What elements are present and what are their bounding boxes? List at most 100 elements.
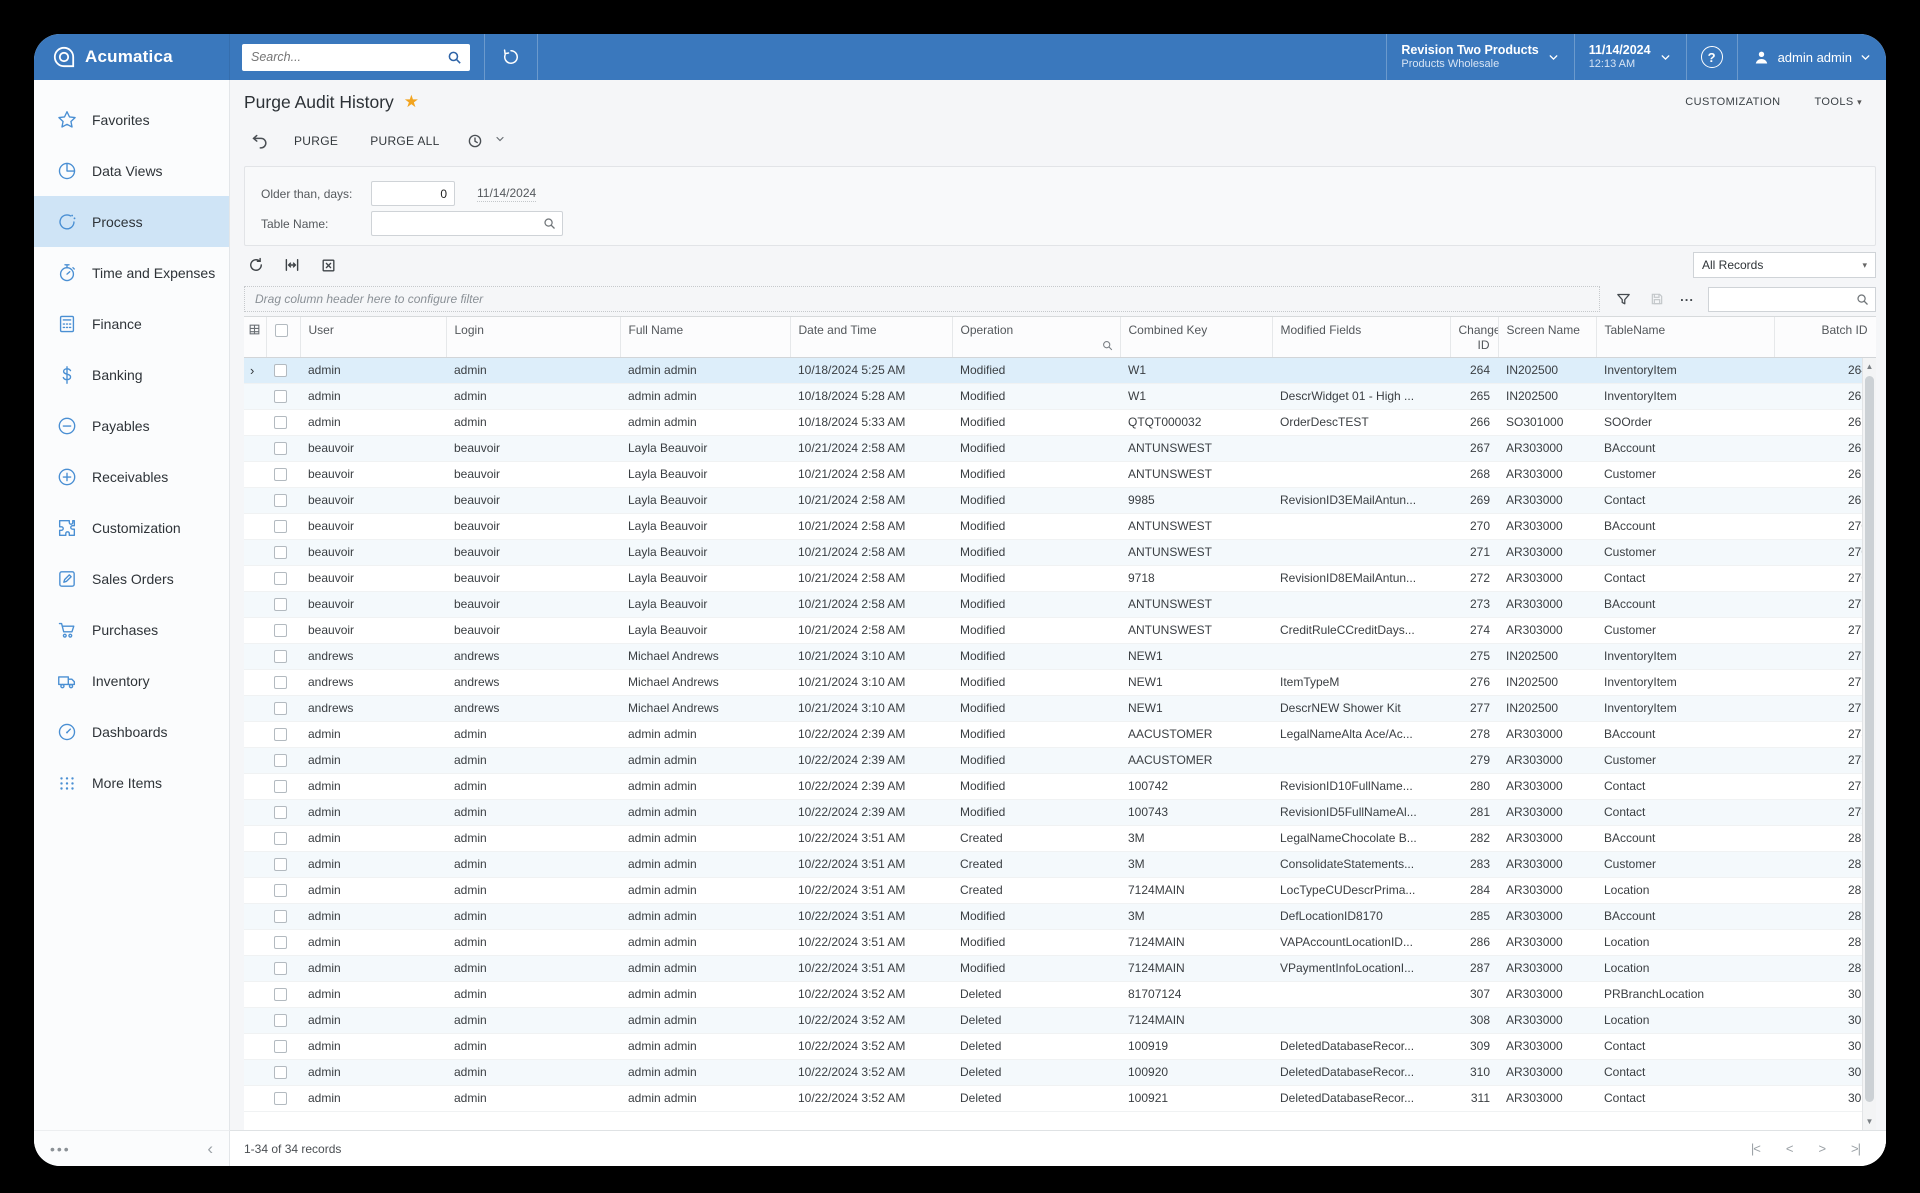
row-checkbox[interactable] [274,520,287,533]
table-row[interactable]: adminadminadmin admin10/22/2024 3:51 AMC… [244,825,1876,851]
table-row[interactable]: beauvoirbeauvoirLayla Beauvoir10/21/2024… [244,513,1876,539]
row-checkbox[interactable] [274,936,287,949]
table-row[interactable]: adminadminadmin admin10/22/2024 3:52 AMD… [244,1085,1876,1111]
row-checkbox[interactable] [274,1040,287,1053]
table-row[interactable]: andrewsandrewsMichael Andrews10/21/2024 … [244,643,1876,669]
row-checkbox[interactable] [274,390,287,403]
table-row[interactable]: adminadminadmin admin10/22/2024 2:39 AMM… [244,773,1876,799]
row-checkbox[interactable] [274,650,287,663]
column-header-screen-name[interactable]: Screen Name [1498,317,1596,357]
acumatica-logo[interactable]: Acumatica [34,34,230,80]
row-checkbox[interactable] [274,702,287,715]
sidebar-item-finance[interactable]: Finance [34,298,229,349]
table-row[interactable]: beauvoirbeauvoirLayla Beauvoir10/21/2024… [244,487,1876,513]
vertical-scrollbar[interactable]: ▲ ▼ [1862,358,1876,1130]
records-filter-dropdown[interactable]: All Records ▾ [1693,252,1876,278]
company-selector[interactable]: Revision Two Products Products Wholesale [1386,34,1573,80]
first-page-icon[interactable]: |< [1751,1141,1760,1156]
sidebar-item-more-items[interactable]: More Items [34,757,229,808]
table-row[interactable]: adminadminadmin admin10/22/2024 3:51 AMM… [244,929,1876,955]
row-checkbox[interactable] [274,962,287,975]
table-row[interactable]: andrewsandrewsMichael Andrews10/21/2024 … [244,669,1876,695]
row-checkbox[interactable] [274,728,287,741]
row-settings-column-header[interactable] [244,317,266,357]
sidebar-item-time-and-expenses[interactable]: Time and Expenses [34,247,229,298]
filter-funnel-icon[interactable] [1614,288,1633,310]
row-checkbox[interactable] [274,468,287,481]
global-search-input[interactable] [242,44,470,71]
row-checkbox[interactable] [274,364,287,377]
row-checkbox[interactable] [274,754,287,767]
table-row[interactable]: adminadminadmin admin10/18/2024 5:33 AMM… [244,409,1876,435]
scrollbar-thumb[interactable] [1865,376,1874,1102]
table-row[interactable]: adminadminadmin admin10/22/2024 3:51 AMC… [244,877,1876,903]
grid-search-input[interactable] [1708,287,1876,312]
row-checkbox[interactable] [274,416,287,429]
select-all-column-header[interactable] [266,317,300,357]
prev-page-icon[interactable]: < [1786,1141,1793,1156]
tools-menu[interactable]: TOOLS ▾ [1815,96,1862,108]
next-page-icon[interactable]: > [1818,1141,1825,1156]
column-header-combined-key[interactable]: Combined Key [1120,317,1272,357]
drag-column-zone[interactable]: Drag column header here to configure fil… [244,286,1600,312]
table-row[interactable]: adminadminadmin admin10/22/2024 3:51 AMC… [244,851,1876,877]
column-header-modified-fields[interactable]: Modified Fields [1272,317,1450,357]
schedule-icon[interactable] [460,128,490,154]
table-row[interactable]: beauvoirbeauvoirLayla Beauvoir10/21/2024… [244,539,1876,565]
row-checkbox[interactable] [274,624,287,637]
row-checkbox[interactable] [274,442,287,455]
column-header-batch-id[interactable]: Batch ID [1774,317,1876,357]
collapse-sidebar-icon[interactable]: ‹ [207,1139,213,1159]
table-row[interactable]: beauvoirbeauvoirLayla Beauvoir10/21/2024… [244,591,1876,617]
sidebar-item-favorites[interactable]: Favorites [34,94,229,145]
user-menu[interactable]: admin admin [1737,34,1886,80]
refresh-icon[interactable] [244,253,268,277]
column-header-date-and-time[interactable]: Date and Time [790,317,952,357]
row-checkbox[interactable] [274,910,287,923]
more-options-icon[interactable]: ••• [50,1141,71,1157]
column-header-login[interactable]: Login [446,317,620,357]
row-checkbox[interactable] [274,884,287,897]
table-row[interactable]: adminadminadmin admin10/22/2024 3:52 AMD… [244,1033,1876,1059]
row-checkbox[interactable] [274,546,287,559]
scroll-up-icon[interactable]: ▲ [1863,362,1876,371]
row-checkbox[interactable] [274,988,287,1001]
customization-menu[interactable]: CUSTOMIZATION [1685,96,1780,108]
column-header-tablename[interactable]: TableName [1596,317,1774,357]
row-checkbox[interactable] [274,494,287,507]
row-checkbox[interactable] [274,1092,287,1105]
table-row[interactable]: beauvoirbeauvoirLayla Beauvoir10/21/2024… [244,617,1876,643]
export-excel-icon[interactable] [316,253,340,277]
sidebar-item-customization[interactable]: Customization [34,502,229,553]
date-selector[interactable]: 11/14/2024 12:13 AM [1574,34,1686,80]
sidebar-item-sales-orders[interactable]: Sales Orders [34,553,229,604]
grid-more-icon[interactable]: ... [1680,289,1694,310]
table-row[interactable]: beauvoirbeauvoirLayla Beauvoir10/21/2024… [244,435,1876,461]
schedule-chevron-icon[interactable] [494,132,506,150]
row-checkbox[interactable] [274,598,287,611]
table-row[interactable]: beauvoirbeauvoirLayla Beauvoir10/21/2024… [244,461,1876,487]
grid-search-icon[interactable] [1855,292,1870,307]
sidebar-item-purchases[interactable]: Purchases [34,604,229,655]
fit-width-icon[interactable] [280,253,304,277]
search-icon[interactable] [446,49,463,66]
purge-all-button[interactable]: PURGE ALL [358,129,451,153]
business-date-icon[interactable] [484,34,538,80]
row-checkbox[interactable] [274,780,287,793]
table-row[interactable]: andrewsandrewsMichael Andrews10/21/2024 … [244,695,1876,721]
undo-icon[interactable] [244,128,274,154]
favorite-star-icon[interactable]: ★ [404,92,419,112]
row-checkbox[interactable] [274,572,287,585]
row-checkbox[interactable] [274,1066,287,1079]
table-row[interactable]: adminadminadmin admin10/22/2024 3:52 AMD… [244,1007,1876,1033]
table-row[interactable]: adminadminadmin admin10/22/2024 3:52 AMD… [244,1059,1876,1085]
sidebar-item-receivables[interactable]: Receivables [34,451,229,502]
lookup-icon[interactable] [542,216,557,231]
row-checkbox[interactable] [274,806,287,819]
table-row[interactable]: beauvoirbeauvoirLayla Beauvoir10/21/2024… [244,565,1876,591]
sidebar-item-payables[interactable]: Payables [34,400,229,451]
select-all-checkbox[interactable] [275,324,288,337]
last-page-icon[interactable]: >| [1851,1141,1860,1156]
table-name-input[interactable] [371,211,563,236]
table-row[interactable]: adminadminadmin admin10/18/2024 5:28 AMM… [244,383,1876,409]
